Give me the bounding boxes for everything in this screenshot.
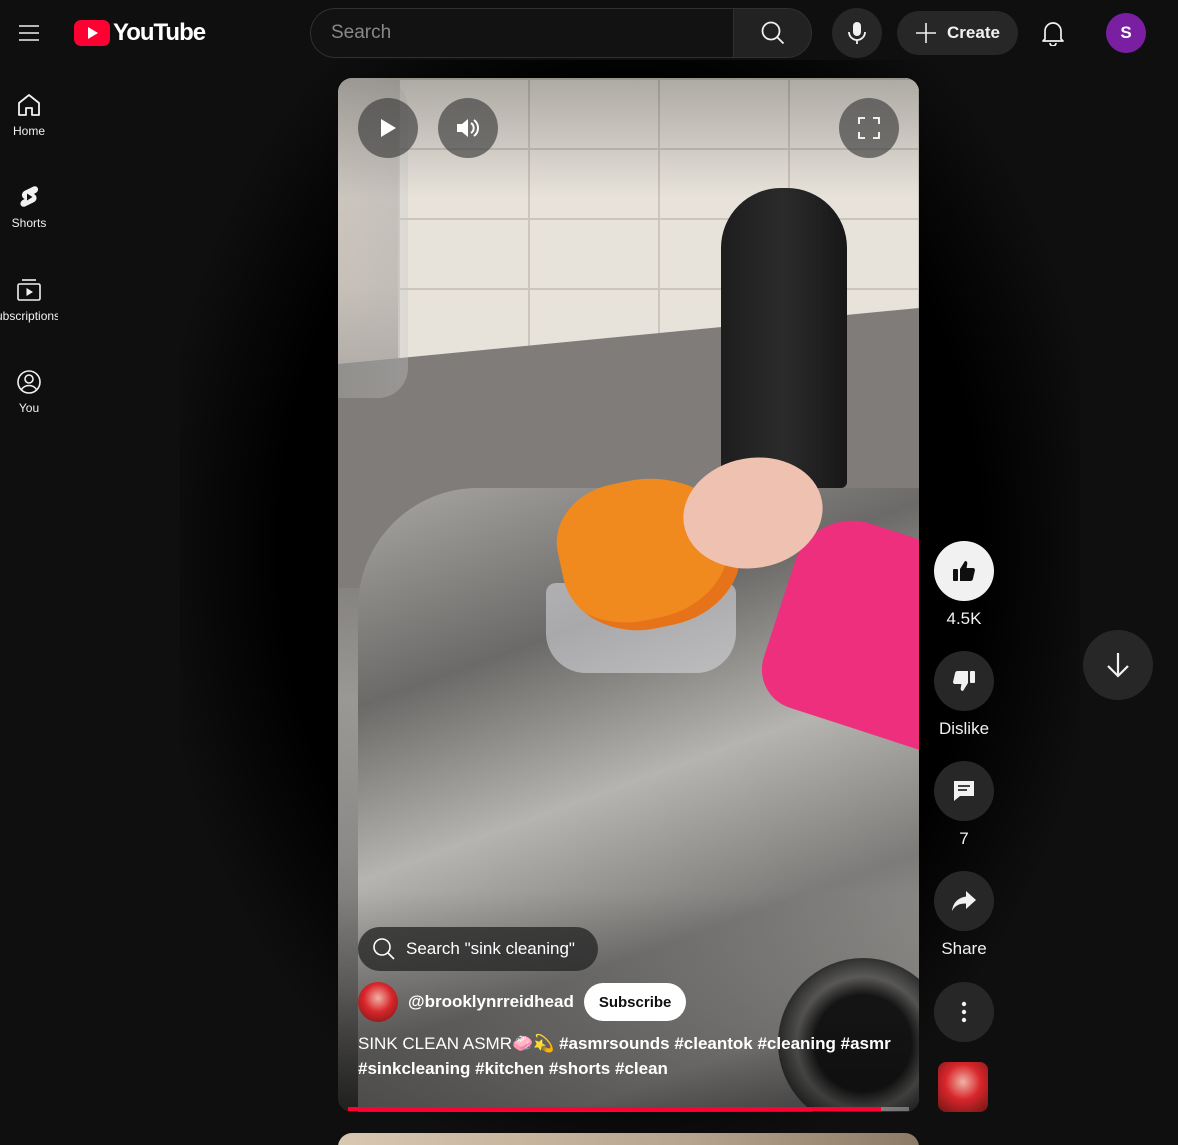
notifications-button[interactable] [1031,11,1075,55]
comments-button[interactable] [934,761,994,821]
thumbs-up-icon [953,561,975,581]
comment-icon [954,781,974,801]
share-action: Share [934,871,994,959]
sidebar-item-shorts[interactable]: Shorts [0,156,58,236]
account-avatar[interactable]: S [1106,13,1146,53]
fullscreen-button[interactable] [839,98,899,158]
microphone-icon [848,22,866,44]
hashtags-line-2[interactable]: #sinkcleaning #kitchen #shorts #clean [358,1059,668,1078]
comment-count: 7 [959,829,969,848]
title-text: SINK CLEAN ASMR🧼💫 [358,1034,555,1053]
video-title[interactable]: SINK CLEAN ASMR🧼💫 #asmrsounds #cleantok … [358,1031,898,1081]
dislike-label: Dislike [938,719,990,738]
share-label: Share [941,939,987,958]
voice-search-button[interactable] [832,8,882,58]
channel-info: @brooklynrreidhead Subscribe [358,982,687,1022]
more-action [934,982,994,1042]
sidebar-item-label: Subscriptions [0,309,58,323]
fullscreen-icon [858,117,880,139]
comments-action: 7 [934,761,994,849]
thumbs-down-icon [953,671,975,691]
like-button[interactable] [934,541,994,601]
guide-menu-button[interactable] [9,13,49,53]
more-options-button[interactable] [934,982,994,1042]
progress-bar-fill [348,1107,881,1111]
share-button[interactable] [934,871,994,931]
like-action: 4.5K [934,541,994,629]
shorts-video-player[interactable]: Search "sink cleaning" @brooklynrreidhea… [338,78,919,1112]
suggested-search-text: Search "sink cleaning" [406,939,575,958]
arrow-down-icon [1107,653,1129,678]
bell-icon [1042,22,1064,46]
home-icon [18,94,40,116]
volume-icon [457,119,479,137]
sidebar-item-you[interactable]: You [0,341,58,421]
next-video-button[interactable] [1083,630,1153,700]
youtube-logo[interactable]: YouTube [74,19,206,46]
plus-icon [916,23,937,43]
search-button[interactable] [733,8,812,58]
dislike-button[interactable] [934,651,994,711]
progress-bar[interactable] [348,1107,909,1111]
sidebar-item-home[interactable]: Home [0,64,58,144]
hamburger-icon [19,25,39,41]
create-button[interactable]: Create [897,11,1018,55]
next-short-preview[interactable] [338,1133,919,1145]
youtube-play-logo-icon [74,20,110,46]
channel-name[interactable]: @brooklynrreidhead [408,992,574,1012]
search-icon [761,21,784,45]
subscribe-button[interactable]: Subscribe [583,983,687,1021]
subscriptions-icon [17,279,41,301]
sidebar-item-label: Home [12,124,45,138]
search-input[interactable] [310,8,733,58]
sidebar-item-label: Shorts [11,216,47,230]
you-icon [17,370,41,394]
masthead: YouTube Create S [0,0,1178,64]
top-gradient [338,78,919,198]
video-scene-soap-dispenser [721,188,847,488]
search-icon [373,938,395,960]
shorts-icon [20,186,39,207]
suggested-search-chip[interactable]: Search "sink cleaning" [358,927,598,971]
dislike-action: Dislike [934,651,994,739]
sidebar-item-subscriptions[interactable]: Subscriptions [0,249,58,329]
logo-wordmark: YouTube [113,19,206,46]
search-box [310,8,812,58]
sidebar-item-label: You [18,401,40,415]
play-button[interactable] [358,98,418,158]
channel-avatar[interactable] [358,982,398,1022]
more-vert-icon [961,1001,967,1023]
share-icon [952,891,976,911]
sound-thumbnail[interactable] [938,1062,988,1112]
sidebar-item-label-text: Subscriptions [0,309,58,323]
play-icon [381,119,396,137]
like-count: 4.5K [946,609,982,628]
volume-button[interactable] [438,98,498,158]
hashtags-line-1[interactable]: #asmrsounds #cleantok #cleaning #asmr [559,1034,891,1053]
create-label: Create [947,23,1000,42]
